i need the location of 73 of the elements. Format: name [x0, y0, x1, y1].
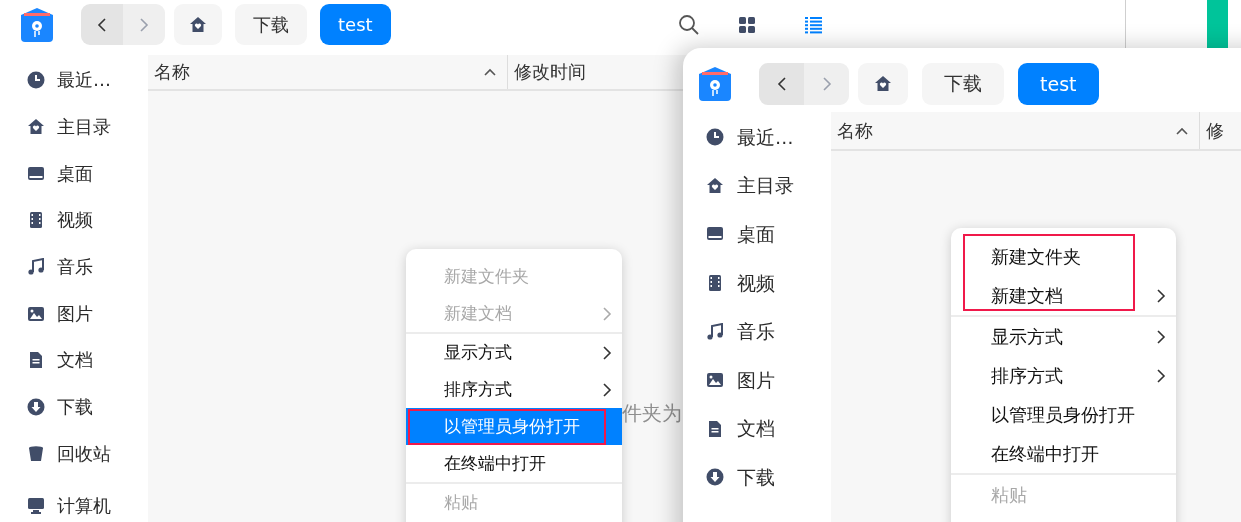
- sidebar-item[interactable]: 文档: [683, 404, 831, 454]
- breadcrumb[interactable]: test: [1018, 63, 1099, 105]
- grid-icon: [737, 15, 756, 34]
- desktop-icon: [27, 164, 45, 183]
- home-icon: [874, 75, 892, 93]
- sidebar-item[interactable]: 下载: [0, 383, 148, 431]
- film-icon: [706, 274, 724, 293]
- chevron-right-icon: [601, 344, 613, 361]
- menu-item[interactable]: 排序方式: [406, 371, 622, 408]
- menu-item[interactable]: 以管理员身份打开: [951, 395, 1176, 434]
- sidebar-item[interactable]: 主目录: [683, 161, 831, 211]
- sidebar-item[interactable]: 最近…: [0, 57, 148, 104]
- list-icon: [803, 15, 822, 34]
- clock-icon: [27, 71, 45, 90]
- clock-icon: [706, 128, 724, 147]
- breadcrumb[interactable]: test: [320, 4, 391, 45]
- column-header[interactable]: 名称: [837, 118, 873, 143]
- sidebar-item[interactable]: 图片: [683, 355, 831, 405]
- sidebar-item[interactable]: 计算机: [0, 482, 148, 522]
- menu-item[interactable]: 排序方式: [951, 356, 1176, 395]
- sidebar-item[interactable]: 音乐: [683, 307, 831, 356]
- menu-item[interactable]: 新建文档: [951, 276, 1176, 315]
- home-icon: [27, 118, 45, 137]
- sidebar-item[interactable]: 图片: [0, 290, 148, 338]
- document-icon: [706, 419, 724, 438]
- image-icon: [706, 371, 724, 390]
- film-icon: [27, 211, 45, 230]
- chevron-right-icon: [601, 381, 613, 398]
- app-icon: [19, 6, 55, 43]
- sidebar-item[interactable]: 视频: [683, 258, 831, 308]
- sidebar-item[interactable]: 主目录: [0, 103, 148, 151]
- download-icon: [706, 468, 724, 487]
- empty-message: 件夹为: [622, 400, 682, 427]
- menu-item[interactable]: 显示方式: [951, 317, 1176, 356]
- home-icon: [189, 15, 207, 34]
- home-button[interactable]: [174, 4, 222, 45]
- search-icon: [677, 13, 700, 36]
- sidebar-item[interactable]: 桌面: [683, 210, 831, 259]
- music-note-icon: [27, 258, 45, 277]
- sidebar-item[interactable]: 视频: [0, 197, 148, 244]
- menu-item[interactable]: 新建文件夹: [951, 237, 1176, 276]
- monitor-icon: [27, 496, 45, 515]
- chevron-left-icon: [96, 16, 108, 33]
- image-icon: [27, 304, 45, 323]
- breadcrumb[interactable]: 下载: [922, 63, 1004, 105]
- sidebar-item[interactable]: 最近…: [683, 113, 831, 162]
- column-header[interactable]: 名称: [154, 60, 190, 84]
- menu-item[interactable]: 在终端中打开: [406, 445, 622, 482]
- column-header[interactable]: 修改时间: [514, 60, 586, 84]
- sidebar-item[interactable]: 下载: [683, 453, 831, 502]
- sidebar-item[interactable]: 音乐: [0, 243, 148, 291]
- column-header[interactable]: 修: [1206, 118, 1224, 143]
- menu-item[interactable]: 显示方式: [406, 334, 622, 371]
- sidebar-item[interactable]: 桌面: [0, 150, 148, 198]
- chevron-right-icon: [1155, 287, 1167, 304]
- home-icon: [706, 176, 724, 195]
- sidebar-item[interactable]: 回收站: [0, 430, 148, 478]
- menu-item[interactable]: 在终端中打开: [951, 434, 1176, 473]
- app-icon: [697, 66, 733, 102]
- music-note-icon: [706, 322, 724, 341]
- chevron-right-icon: [1155, 328, 1167, 345]
- chevron-right-icon: [1155, 367, 1167, 384]
- chevron-left-icon: [775, 76, 788, 92]
- chevron-right-icon: [601, 305, 613, 322]
- sidebar-item[interactable]: 文档: [0, 337, 148, 384]
- chevron-right-icon: [138, 16, 150, 33]
- download-icon: [27, 398, 45, 417]
- trash-icon: [27, 444, 45, 463]
- chevron-right-icon: [820, 76, 833, 92]
- breadcrumb[interactable]: 下载: [235, 4, 307, 45]
- panel-edge: [1207, 0, 1228, 48]
- home-button[interactable]: [858, 63, 908, 105]
- document-icon: [27, 351, 45, 370]
